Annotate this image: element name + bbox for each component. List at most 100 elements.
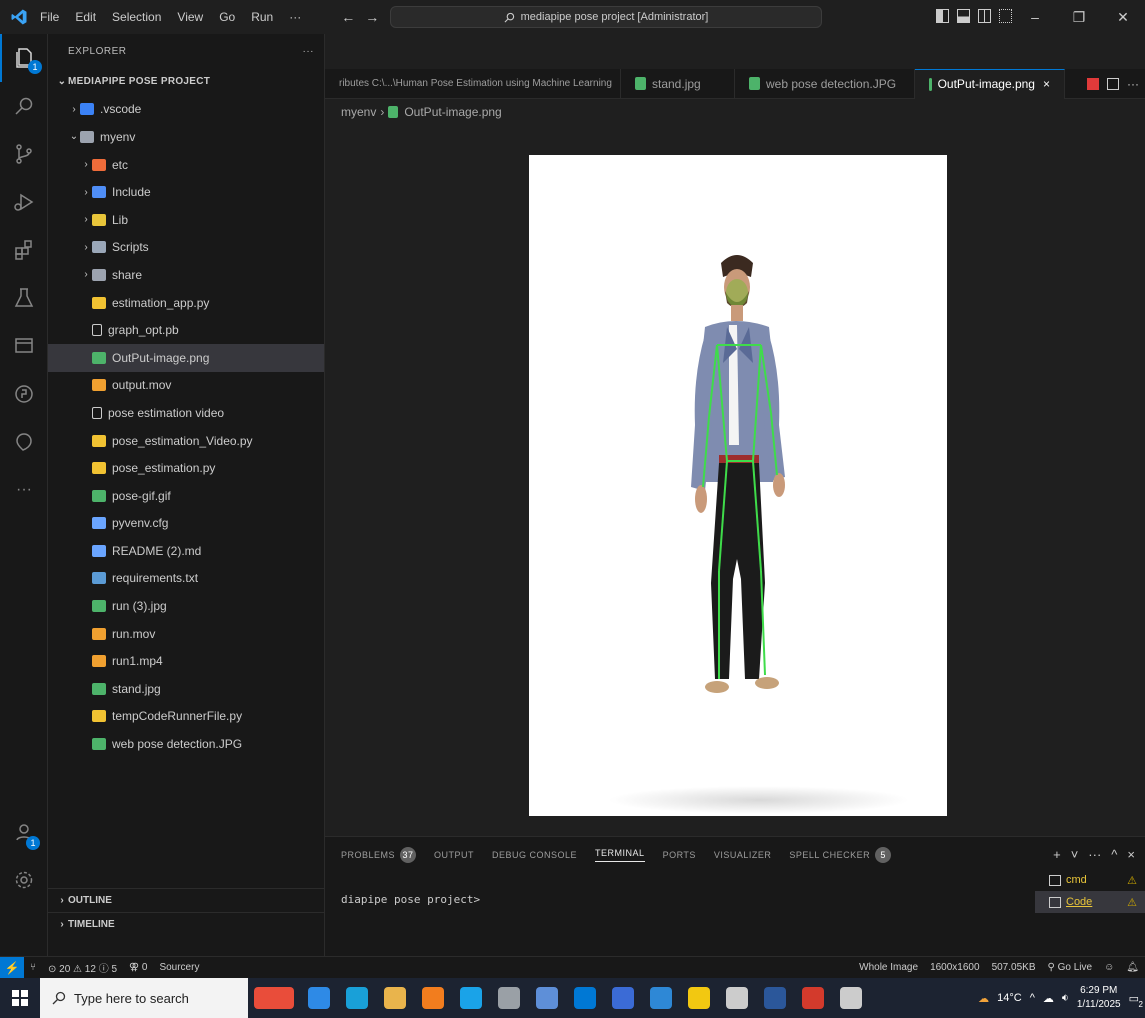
new-terminal-icon[interactable]: + (1053, 847, 1061, 862)
tree-item[interactable]: › etc (48, 151, 324, 179)
close-tab-icon[interactable]: × (1043, 77, 1050, 91)
taskbar-app-icon[interactable] (680, 978, 718, 1018)
tree-root[interactable]: ⌄ MEDIAPIPE POSE PROJECT (48, 68, 324, 96)
copilot-icon[interactable]: ☺ (1098, 962, 1120, 973)
preview-image[interactable] (529, 155, 947, 816)
tree-item[interactable]: ⌄ myenv (48, 123, 324, 151)
taskbar-app-icon[interactable] (414, 978, 452, 1018)
menu-edit[interactable]: Edit (73, 8, 98, 26)
tree-item[interactable]: graph_opt.pb (48, 316, 324, 344)
panel-tab[interactable]: VISUALIZER (714, 850, 772, 860)
run-debug-activity[interactable] (0, 178, 48, 226)
tree-item[interactable]: pose-gif.gif (48, 482, 324, 510)
terminal-item-code[interactable]: Code ⚠ (1035, 891, 1145, 913)
taskbar-app-icon[interactable] (452, 978, 490, 1018)
tree-item[interactable]: OutPut-image.png (48, 343, 324, 372)
python-activity[interactable] (0, 370, 48, 418)
remote-explorer-activity[interactable] (0, 322, 48, 370)
panel-tab[interactable]: PROBLEMS 37 (341, 847, 417, 863)
panel-tab[interactable]: PORTS (663, 850, 696, 860)
weather-icon[interactable]: ☁︎ (978, 992, 989, 1005)
close-panel-icon[interactable]: × (1127, 847, 1135, 862)
tree-item[interactable]: pose_estimation_Video.py (48, 427, 324, 455)
toggle-primary-sidebar-icon[interactable] (936, 9, 949, 23)
testing-activity[interactable] (0, 274, 48, 322)
menu-file[interactable]: File (38, 8, 61, 26)
docker-activity[interactable] (0, 418, 48, 466)
taskbar-app-icon[interactable] (376, 978, 414, 1018)
menu-go[interactable]: Go (217, 8, 237, 26)
explorer-activity[interactable]: 1 (0, 34, 48, 82)
sourcery-status[interactable]: Sourcery (153, 962, 205, 973)
minimize-icon[interactable]: – (1013, 9, 1057, 25)
panel-tab[interactable]: OUTPUT (434, 850, 474, 860)
outline-section[interactable]: › OUTLINE (48, 888, 325, 912)
breadcrumb-folder[interactable]: myenv (341, 105, 376, 119)
tree-item[interactable]: › .vscode (48, 96, 324, 124)
tree-item[interactable]: stand.jpg (48, 675, 324, 703)
tab-web-pose-detection[interactable]: web pose detection.JPG (735, 68, 915, 99)
tree-item[interactable]: › share (48, 261, 324, 289)
tab-output-image[interactable]: OutPut-image.png × (915, 68, 1065, 99)
remote-indicator-icon[interactable]: ⚡ (0, 956, 24, 979)
close-window-icon[interactable]: ✕ (1101, 9, 1145, 26)
tree-item[interactable]: README (2).md (48, 537, 324, 565)
panel-tab[interactable]: TERMINAL (595, 848, 645, 862)
maximize-panel-icon[interactable]: ^ (1111, 847, 1117, 862)
menu-view[interactable]: View (175, 8, 205, 26)
tree-item[interactable]: requirements.txt (48, 565, 324, 593)
search-activity[interactable] (0, 82, 48, 130)
restore-icon[interactable]: ❐ (1057, 9, 1101, 26)
toggle-secondary-sidebar-icon[interactable] (978, 9, 991, 23)
more-actions-icon[interactable]: ··· (1127, 77, 1139, 91)
notifications-bell-icon[interactable]: 🔔︎ (1120, 962, 1145, 973)
command-center-search[interactable]: mediapipe pose project [Administrator] (390, 6, 822, 28)
problems-status[interactable]: ⊙ 20 ⚠ 12 ⓘ 5 (42, 960, 123, 975)
weather-temp[interactable]: 14°C (997, 992, 1022, 1004)
tree-item[interactable]: pyvenv.cfg (48, 510, 324, 538)
tree-item[interactable]: run1.mp4 (48, 647, 324, 675)
tree-item[interactable]: tempCodeRunnerFile.py (48, 703, 324, 731)
taskbar-app-icon[interactable] (832, 978, 870, 1018)
start-button[interactable] (0, 978, 40, 1018)
taskbar-app-icon[interactable] (300, 978, 338, 1018)
terminal-prompt[interactable]: diapipe pose project> (341, 893, 480, 906)
tab-readme-attributes[interactable]: ributes C:\...\Human Pose Estimation usi… (325, 68, 621, 99)
timeline-section[interactable]: › TIMELINE (48, 912, 325, 936)
extensions-activity[interactable] (0, 226, 48, 274)
taskbar-app-icon[interactable] (642, 978, 680, 1018)
tree-item[interactable]: › Include (48, 178, 324, 206)
taskbar-app-icon[interactable] (338, 978, 376, 1018)
terminal-dropdown-icon[interactable]: ˅ (1071, 847, 1079, 862)
taskbar-app-icon[interactable] (566, 978, 604, 1018)
split-editor-icon[interactable] (1107, 77, 1119, 90)
panel-more-icon[interactable]: ··· (1088, 847, 1101, 862)
tree-item[interactable]: pose_estimation.py (48, 454, 324, 482)
forward-arrow-icon[interactable]: → (365, 9, 379, 25)
image-zoom-status[interactable]: Whole Image (853, 962, 924, 973)
tree-item[interactable]: › Scripts (48, 234, 324, 262)
network-icon[interactable]: ☁ (1043, 992, 1054, 1005)
go-live-button[interactable]: ⚲ Go Live (1042, 962, 1099, 973)
pdf-preview-icon[interactable] (1087, 77, 1099, 90)
menu-run[interactable]: Run (249, 8, 275, 26)
taskbar-app-icon[interactable] (794, 978, 832, 1018)
source-control-activity[interactable] (0, 130, 48, 178)
tree-item[interactable]: estimation_app.py (48, 289, 324, 317)
tree-item[interactable]: › Lib (48, 206, 324, 234)
more-activity[interactable]: ··· (0, 466, 48, 514)
tree-item[interactable]: pose estimation video (48, 399, 324, 427)
back-arrow-icon[interactable]: ← (341, 9, 355, 25)
taskbar-app-icon[interactable] (248, 978, 300, 1018)
menu-selection[interactable]: Selection (110, 8, 163, 26)
breadcrumb-file[interactable]: OutPut-image.png (404, 105, 501, 119)
volume-icon[interactable]: 🔉︎ (1062, 992, 1069, 1005)
customize-layout-icon[interactable] (999, 9, 1012, 23)
ports-status[interactable]: ⚢ 0 (123, 962, 153, 973)
panel-tab[interactable]: SPELL CHECKER 5 (789, 847, 892, 863)
tab-stand-jpg[interactable]: stand.jpg (621, 68, 735, 99)
manage-activity[interactable] (0, 856, 48, 904)
explorer-more-icon[interactable]: ··· (303, 46, 315, 57)
taskbar-app-icon[interactable] (756, 978, 794, 1018)
taskbar-search[interactable]: Type here to search (40, 978, 248, 1018)
